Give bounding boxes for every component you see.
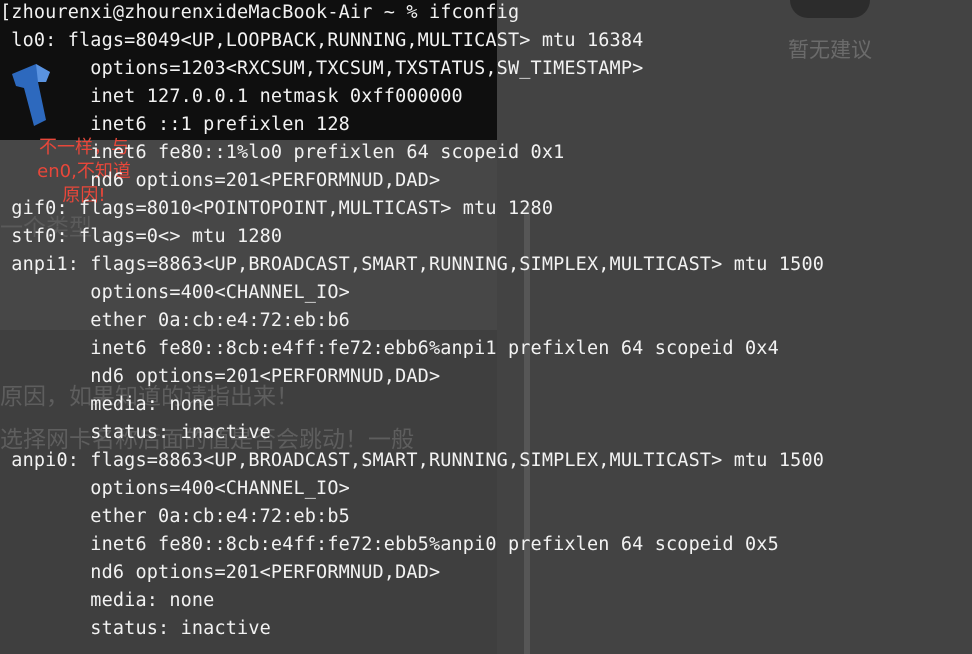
terminal-line: stf0: flags=0<> mtu 1280 [0, 226, 283, 247]
terminal-output[interactable]: [zhourenxi@zhourenxideMacBook-Air ~ % if… [0, 0, 972, 654]
terminal-line: [zhourenxi@zhourenxideMacBook-Air ~ % if… [0, 2, 520, 23]
terminal-line: media: none [0, 394, 215, 415]
terminal-line: nd6 options=201<PERFORMNUD,DAD> [0, 170, 441, 191]
terminal-line: media: none [0, 590, 215, 611]
terminal-line: nd6 options=201<PERFORMNUD,DAD> [0, 562, 441, 583]
terminal-line: lo0: flags=8049<UP,LOOPBACK,RUNNING,MULT… [0, 30, 644, 51]
terminal-line: inet6 fe80::8cb:e4ff:fe72:ebb6%anpi1 pre… [0, 338, 779, 359]
terminal-line: ether 0a:cb:e4:72:eb:b5 [0, 506, 350, 527]
terminal-line: inet6 fe80::8cb:e4ff:fe72:ebb5%anpi0 pre… [0, 534, 779, 555]
terminal-line: inet6 fe80::1%lo0 prefixlen 64 scopeid 0… [0, 142, 565, 163]
terminal-line: status: inactive [0, 422, 271, 443]
terminal-line: nd6 options=201<PERFORMNUD,DAD> [0, 366, 441, 387]
terminal-line: status: inactive [0, 618, 271, 639]
terminal-line: inet6 ::1 prefixlen 128 [0, 114, 350, 135]
terminal-line: anpi0: flags=8863<UP,BROADCAST,SMART,RUN… [0, 450, 825, 471]
terminal-line: gif0: flags=8010<POINTOPOINT,MULTICAST> … [0, 198, 554, 219]
terminal-line: options=400<CHANNEL_IO> [0, 282, 350, 303]
terminal-line: ether 0a:cb:e4:72:eb:b6 [0, 310, 350, 331]
terminal-line: options=1203<RXCSUM,TXCSUM,TXSTATUS,SW_T… [0, 58, 644, 79]
terminal-line: inet 127.0.0.1 netmask 0xff000000 [0, 86, 463, 107]
terminal-line: anpi1: flags=8863<UP,BROADCAST,SMART,RUN… [0, 254, 825, 275]
terminal-line: options=400<CHANNEL_IO> [0, 478, 350, 499]
